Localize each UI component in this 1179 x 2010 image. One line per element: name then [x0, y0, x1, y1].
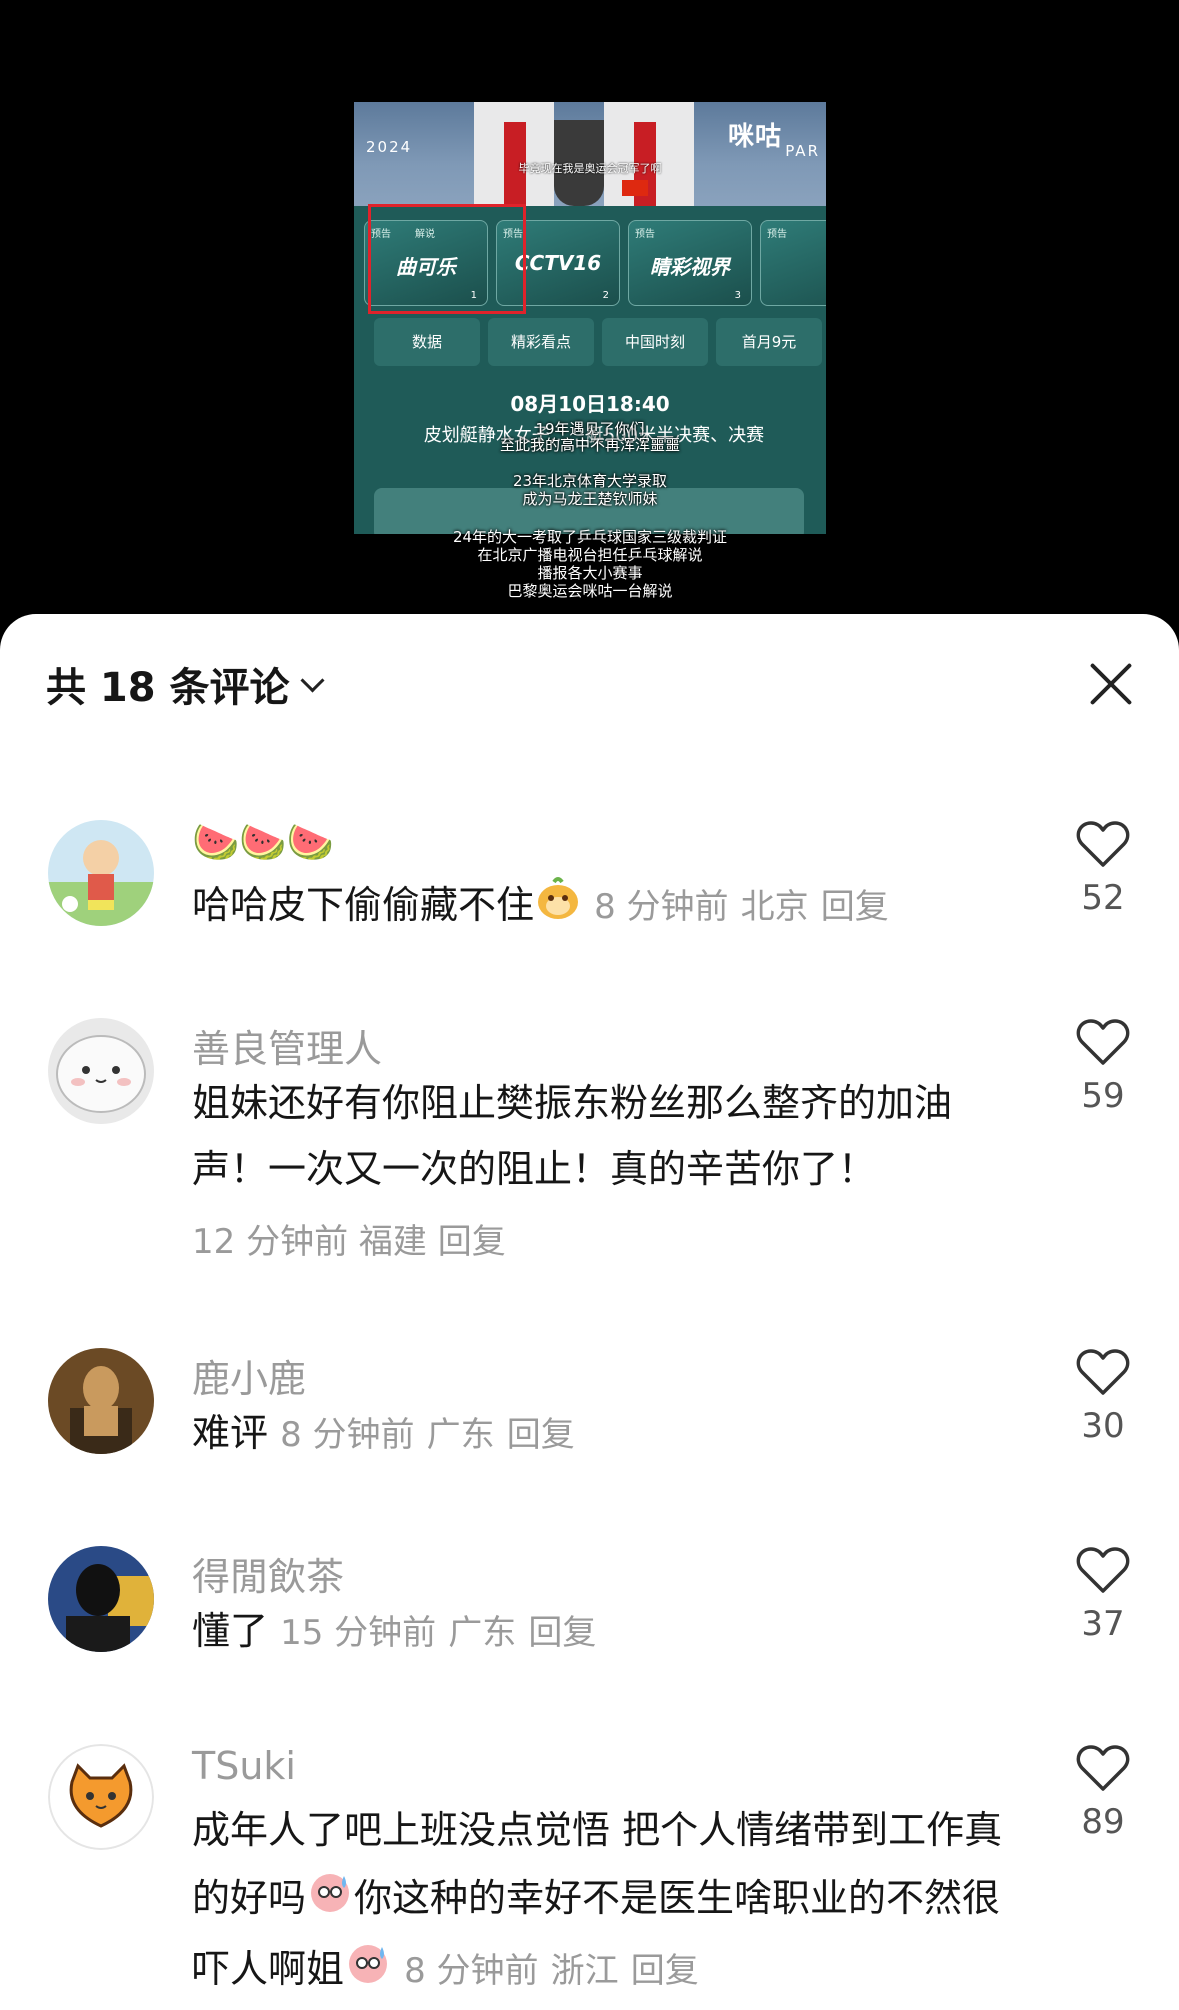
comment-time: 8 分钟前 — [404, 1951, 539, 1991]
heart-icon — [1076, 1745, 1130, 1791]
like-button[interactable]: 37 — [1073, 1546, 1133, 1644]
heart-icon — [1076, 1547, 1130, 1593]
comment-text: 哈哈皮下偷偷藏不住 — [192, 883, 535, 927]
comment-count-dropdown[interactable]: 共 18 条评论 — [46, 656, 325, 712]
like-button[interactable]: 30 — [1073, 1348, 1133, 1446]
year-label: 2024 — [366, 138, 413, 156]
channel-card-4[interactable]: 预告 — [760, 220, 826, 306]
comment-sheet: 共 18 条评论 🍉🍉🍉 哈哈皮下偷偷藏不住 8 分钟前 北京 回复 52 善良… — [0, 614, 1179, 2010]
highlight-box — [368, 204, 526, 314]
reply-button[interactable]: 回复 — [528, 1613, 596, 1653]
like-count: 59 — [1081, 1076, 1125, 1116]
subtitle-line: 23年北京体育大学录取 — [512, 472, 668, 490]
avatar[interactable] — [48, 1546, 154, 1652]
channel-name: 睛彩视界 — [650, 255, 730, 279]
comment-location: 广东 — [426, 1415, 495, 1455]
comment-location: 北京 — [740, 887, 809, 927]
video-tabs: 数据 精彩看点 中国时刻 首月9元 — [374, 318, 826, 366]
heart-icon — [1076, 1019, 1130, 1065]
like-count: 52 — [1081, 878, 1125, 918]
comment-body: 成年人了吧上班没点觉悟 把个人情绪带到工作真的好吗 你这种的幸好不是医生啥职业的不… — [192, 1796, 1032, 2006]
tab-data[interactable]: 数据 — [374, 318, 480, 366]
subtitle-line: 巴黎奥运会咪咕一台解说 — [507, 582, 673, 600]
subtitle-line: 播报各大小赛事 — [537, 564, 643, 582]
tab-subscribe[interactable]: 首月9元 — [716, 318, 822, 366]
avatar[interactable] — [48, 1348, 154, 1454]
peach-sweat-emoji-icon — [306, 1866, 354, 1935]
heart-icon — [1076, 1349, 1130, 1395]
subtitle-line: 在北京广播电视台担任乒乓球解说 — [477, 546, 703, 564]
flag-icon — [622, 180, 648, 196]
reply-button[interactable]: 回复 — [507, 1415, 575, 1455]
reply-button[interactable]: 回复 — [631, 1951, 699, 1991]
comment-location: 浙江 — [550, 1951, 619, 1991]
reply-button[interactable]: 回复 — [821, 887, 889, 927]
comment-body: 难评 8 分钟前 广东 回复 — [192, 1400, 1012, 1468]
video-caption-top: 毕竟现在我是奥运会冠军了啊 — [518, 162, 662, 175]
comment-author[interactable]: 善良管理人 — [192, 1018, 382, 1073]
like-button[interactable]: 89 — [1073, 1744, 1133, 1842]
comment-location: 福建 — [358, 1222, 427, 1262]
brand-logo: 咪咕 — [727, 122, 782, 152]
chevron-down-icon — [299, 667, 325, 693]
channel-tag: 预告 — [767, 229, 787, 240]
comment-meta: 12 分钟前 福建 回复 — [192, 1214, 506, 1263]
like-count: 37 — [1081, 1604, 1125, 1644]
comment-location: 广东 — [448, 1613, 517, 1653]
comment-text: 懂了 — [192, 1609, 269, 1653]
channel-number: 2 — [602, 290, 609, 301]
comment-count: 共 18 条评论 — [46, 665, 290, 711]
comment-author[interactable]: 得閒飲茶 — [192, 1546, 344, 1601]
subtitle-line: 至此我的高中不再浑浑噩噩 — [499, 436, 680, 454]
comment-body: 懂了 15 分钟前 广东 回复 — [192, 1598, 1012, 1666]
channel-tag: 预告 — [635, 229, 655, 240]
comment-author[interactable]: 鹿小鹿 — [192, 1348, 306, 1403]
comment-time: 12 分钟前 — [192, 1222, 349, 1262]
monkey-emoji-icon — [534, 874, 582, 942]
reply-button[interactable]: 回复 — [438, 1222, 506, 1262]
comment-time: 8 分钟前 — [280, 1415, 415, 1455]
subtitle-line: 24年的大一考取了乒乓球国家三级裁判证 — [452, 528, 728, 546]
like-count: 30 — [1081, 1406, 1125, 1446]
like-button[interactable]: 52 — [1073, 820, 1133, 918]
like-count: 89 — [1081, 1802, 1125, 1842]
comment-author[interactable]: TSuki — [192, 1744, 296, 1788]
city-label: PAR — [785, 142, 820, 160]
channel-number: 3 — [734, 290, 741, 301]
video-player[interactable]: 咪咕 2024 PAR 毕竟现在我是奥运会冠军了啊 预告 解说 曲可乐 1 预告… — [0, 0, 1179, 640]
video-scene: 咪咕 2024 PAR 毕竟现在我是奥运会冠军了啊 — [354, 102, 826, 206]
comment-time: 15 分钟前 — [280, 1613, 437, 1653]
event-date: 08月10日18:40 — [510, 392, 670, 416]
comment-text: 难评 — [192, 1411, 269, 1455]
tab-china-moments[interactable]: 中国时刻 — [602, 318, 708, 366]
heart-icon — [1076, 821, 1130, 867]
tab-highlights[interactable]: 精彩看点 — [488, 318, 594, 366]
avatar[interactable] — [48, 1744, 154, 1850]
comment-body: 哈哈皮下偷偷藏不住 8 分钟前 北京 回复 — [192, 872, 1012, 942]
peach-sweat-emoji-icon — [344, 1937, 392, 2006]
close-icon[interactable] — [1089, 662, 1133, 706]
avatar[interactable] — [48, 1018, 154, 1124]
channel-card-3[interactable]: 预告 睛彩视界 3 — [628, 220, 752, 306]
subtitle-line: 成为马龙王楚钦师妹 — [522, 490, 658, 508]
comment-text: 姐妹还好有你阻止樊振东粉丝那么整齐的加油声！一次又一次的阻止！真的辛苦你了！ — [192, 1081, 953, 1191]
comment-time: 8 分钟前 — [594, 887, 729, 927]
like-button[interactable]: 59 — [1073, 1018, 1133, 1116]
avatar[interactable] — [48, 820, 154, 926]
comment-author[interactable]: 🍉🍉🍉 — [192, 820, 334, 865]
video-frame: 咪咕 2024 PAR 毕竟现在我是奥运会冠军了啊 预告 解说 曲可乐 1 预告… — [354, 102, 826, 534]
